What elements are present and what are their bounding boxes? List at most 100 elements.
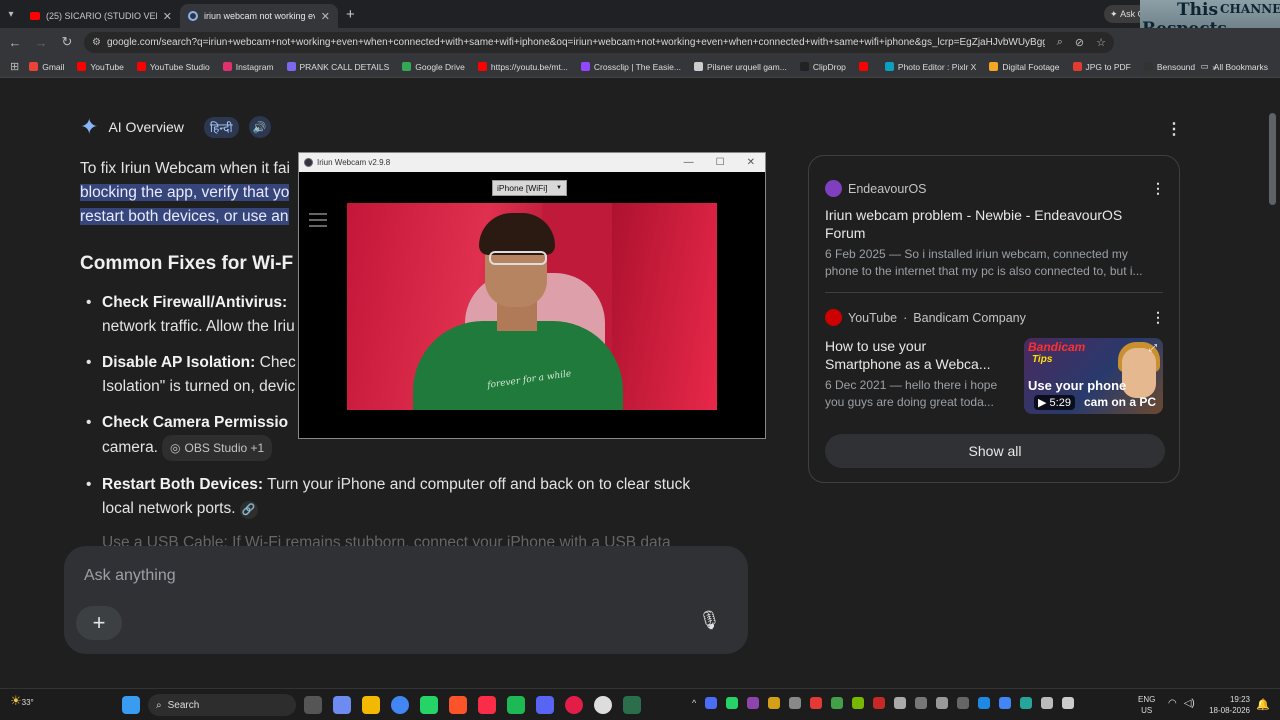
window-titlebar[interactable]: Iriun Webcam v2.9.8 — ☐ ✕ (299, 153, 765, 172)
language-indicator[interactable]: ENG US (1138, 694, 1155, 716)
snippet-line: 6 Feb 2025 — So i installed iriun webcam… (825, 247, 1128, 261)
maximize-icon[interactable]: ☐ (716, 157, 725, 168)
title-line[interactable]: Forum (825, 224, 1165, 242)
bookmark-item[interactable]: https://youtu.be/mt... (477, 62, 568, 72)
tray-app-icon[interactable] (894, 697, 907, 709)
clock[interactable]: 19:23 18-08-2026 (1200, 694, 1250, 716)
close-tab-icon[interactable]: ✕ (321, 10, 330, 23)
discord-icon[interactable] (536, 696, 554, 714)
tab-iriun-search[interactable]: iriun webcam not working even ✕ (180, 4, 338, 28)
tray-app-icon[interactable] (768, 697, 781, 709)
apps-grid-icon[interactable]: ⊞ (10, 60, 19, 73)
microphone-tray-icon[interactable] (1062, 697, 1075, 709)
title-line[interactable]: How to use your (825, 337, 1015, 355)
close-tab-icon[interactable]: ✕ (163, 10, 172, 23)
media-app-icon[interactable] (507, 696, 525, 714)
tray-app-icon[interactable] (747, 697, 760, 709)
new-tab-button[interactable]: + (346, 6, 355, 23)
bookmark-item[interactable]: Instagram (222, 62, 274, 72)
forward-icon[interactable]: → (30, 35, 52, 50)
opera-icon[interactable] (565, 696, 583, 714)
tray-whatsapp-icon[interactable] (726, 697, 739, 709)
reload-icon[interactable]: ↻ (56, 34, 78, 50)
address-bar[interactable]: ⚙ google.com/search?q=iriun+webcam+not+w… (84, 32, 1114, 53)
bookmark-item[interactable] (858, 62, 872, 71)
video-thumbnail[interactable]: Bandicam Tips Use your phone cam on a PC… (1024, 338, 1163, 414)
iriun-taskbar-icon[interactable] (623, 696, 641, 714)
result-source[interactable]: EndeavourOS (825, 180, 927, 197)
zoom-icon[interactable]: ⌕ (1057, 36, 1063, 49)
hamburger-menu-icon[interactable] (309, 213, 327, 231)
minimize-icon[interactable]: — (684, 157, 694, 168)
ask-anything-box[interactable]: Ask anything + 🎙 (64, 546, 748, 654)
bookmark-item[interactable]: Crossclip | The Easie... (580, 62, 681, 72)
bookmark-item[interactable]: Photo Editor : Pixlr X (884, 62, 976, 72)
tab-sicario[interactable]: (25) SICARIO (STUDIO VERSION) ✕ (22, 4, 180, 28)
notification-bell-icon[interactable]: 🔔 (1256, 698, 1270, 711)
all-bookmarks-button[interactable]: ▭ All Bookmarks (1201, 61, 1268, 72)
brave-icon[interactable] (449, 696, 467, 714)
chrome-icon[interactable] (391, 696, 409, 714)
hindi-toggle[interactable]: हिन्दी (203, 116, 239, 138)
url-text[interactable]: google.com/search?q=iriun+webcam+not+wor… (107, 37, 1045, 48)
nvidia-icon[interactable] (852, 697, 865, 709)
show-all-button[interactable]: Show all (825, 434, 1165, 468)
copilot-icon[interactable] (333, 696, 351, 714)
bookmark-item[interactable]: YouTube Studio (136, 62, 210, 72)
add-attachment-button[interactable]: + (76, 606, 122, 640)
bookmark-item[interactable]: Google Drive (402, 62, 465, 72)
file-explorer-icon[interactable] (362, 696, 380, 714)
back-icon[interactable]: ← (4, 35, 26, 50)
result-source[interactable]: YouTube · Bandicam Company (825, 309, 1026, 326)
music-icon[interactable] (478, 696, 496, 714)
bluetooth-icon[interactable] (978, 697, 991, 709)
eye-off-icon[interactable]: ⊘ (1075, 36, 1084, 49)
title-line[interactable]: Iriun webcam problem - Newbie - Endeavou… (825, 206, 1165, 224)
bookmark-item[interactable]: Gmail (29, 62, 64, 72)
ask-input-placeholder[interactable]: Ask anything (84, 567, 176, 585)
bookmark-item[interactable]: Digital Footage (989, 62, 1060, 72)
bookmark-item[interactable]: Pilsner urquell gam... (693, 62, 787, 72)
result-menu-icon[interactable]: ⋮ (1151, 180, 1165, 197)
tray-app-icon[interactable] (873, 697, 886, 709)
weather-widget[interactable]: ☀33° (10, 693, 34, 709)
result-title[interactable]: How to use your Smartphone as a Webca... (825, 337, 1015, 373)
whatsapp-icon[interactable] (420, 696, 438, 714)
bookmark-item[interactable]: JPG to PDF (1072, 62, 1131, 72)
device-select[interactable]: iPhone [WiFi] ▼ (492, 180, 567, 196)
tray-app-icon[interactable] (915, 697, 928, 709)
tray-app-icon[interactable] (810, 697, 823, 709)
tray-app-icon[interactable] (936, 697, 949, 709)
tray-chrome-icon[interactable] (999, 697, 1012, 709)
bookmark-item[interactable]: PRANK CALL DETAILS (286, 62, 389, 72)
windows-start-icon[interactable] (122, 696, 140, 714)
result-title[interactable]: Iriun webcam problem - Newbie - Endeavou… (825, 206, 1165, 242)
more-options-icon[interactable]: ⋮ (1166, 119, 1182, 139)
title-line[interactable]: Smartphone as a Webca... (825, 355, 1015, 373)
page-scrollbar[interactable] (1269, 113, 1276, 205)
close-icon[interactable]: ✕ (747, 157, 755, 168)
bookmark-item[interactable]: Bensound (1143, 62, 1195, 72)
site-info-icon[interactable]: ⚙ (92, 37, 101, 48)
tray-app-icon[interactable] (705, 697, 718, 709)
tray-app-icon[interactable] (1020, 697, 1033, 709)
tray-app-icon[interactable] (1041, 697, 1054, 709)
link-icon[interactable]: 🔗 (239, 501, 258, 519)
expand-icon[interactable]: ⤢ (1149, 343, 1157, 354)
tray-app-icon[interactable] (789, 697, 802, 709)
speaker-icon[interactable]: 🔊 (248, 116, 271, 138)
bookmark-star-icon[interactable]: ☆ (1096, 36, 1106, 49)
tray-expand-icon[interactable]: ^ (692, 698, 696, 708)
task-view-icon[interactable] (304, 696, 322, 714)
taskbar-search[interactable]: ⌕ Search (148, 694, 296, 716)
bookmark-item[interactable]: ClipDrop (799, 62, 846, 72)
tray-app-icon[interactable] (957, 697, 970, 709)
source-chip[interactable]: ◎ OBS Studio +1 (162, 435, 273, 461)
bookmark-item[interactable]: YouTube (77, 62, 124, 72)
microphone-icon[interactable]: 🎙 (698, 610, 721, 631)
quick-settings[interactable]: ◠ ◁) (1168, 698, 1195, 709)
obs-icon[interactable] (594, 696, 612, 714)
result-menu-icon[interactable]: ⋮ (1151, 309, 1165, 326)
tab-search-button[interactable]: ▾ (0, 0, 22, 28)
tray-app-icon[interactable] (831, 697, 844, 709)
